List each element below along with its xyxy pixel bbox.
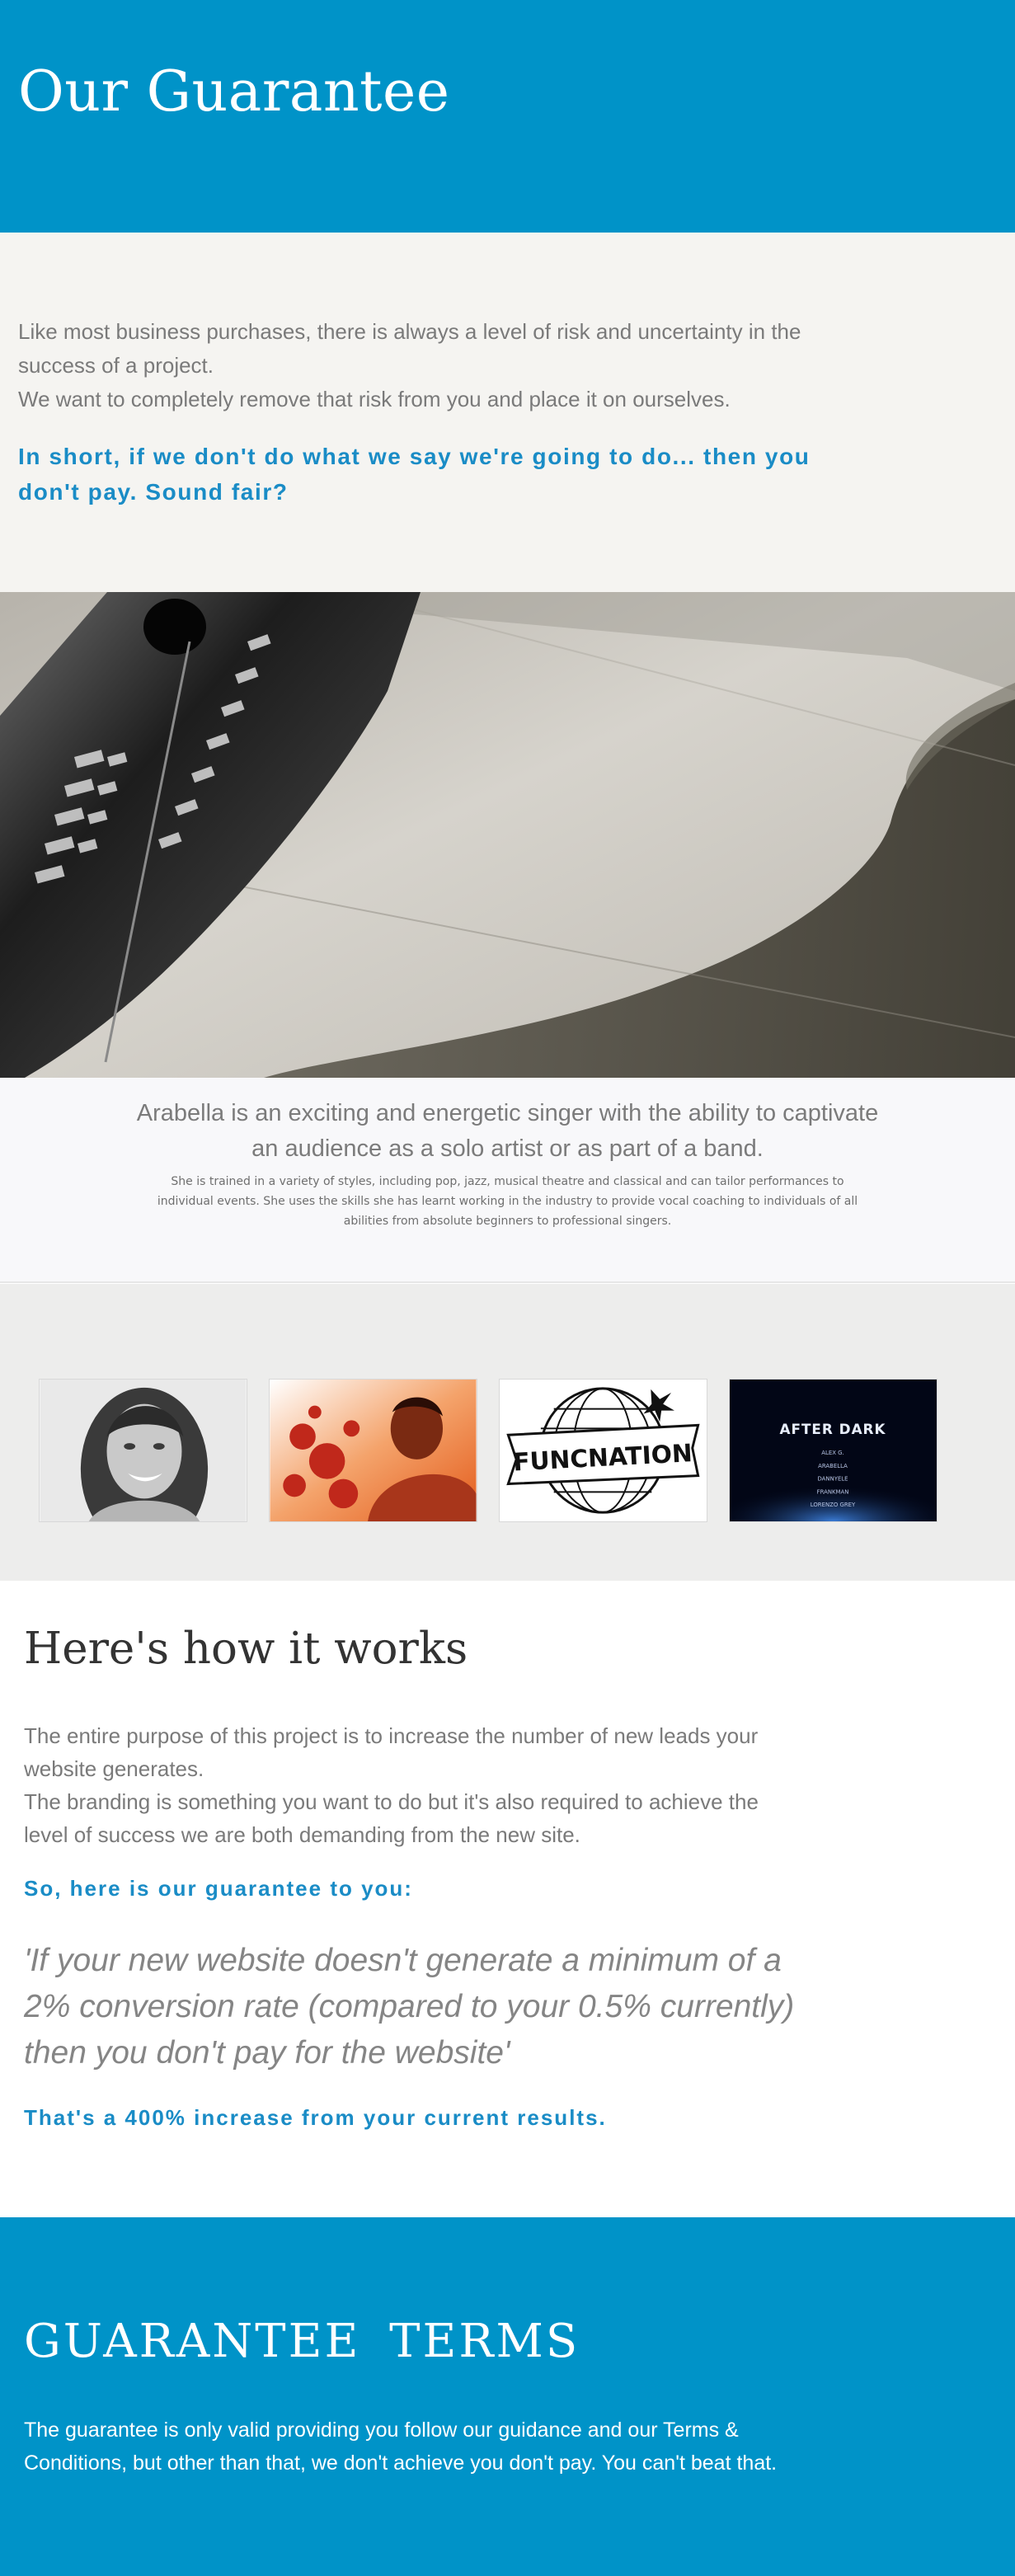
after-dark-name-5: LORENZO GREY: [811, 1502, 856, 1508]
after-dark-name-3: DANNYELE: [817, 1476, 848, 1483]
intro-section: Like most business purchases, there is a…: [0, 233, 1015, 592]
thumbnail-man-fire[interactable]: [269, 1379, 477, 1522]
thumbnail-woman-portrait[interactable]: [39, 1379, 247, 1522]
how-paragraph-branding: The branding is something you want to do…: [24, 1789, 759, 1847]
after-dark-title: AFTER DARK: [780, 1421, 886, 1437]
guarantee-quote: 'If your new website doesn't generate a …: [24, 1943, 795, 2071]
woman-portrait-icon: [40, 1380, 247, 1521]
artist-bio: Arabella is an exciting and energetic si…: [0, 1078, 1015, 1283]
after-dark-name-2: ARABELLA: [818, 1463, 848, 1469]
thumbnail-funcnation-logo[interactable]: FUNCNATION: [499, 1379, 707, 1522]
fountain-pen-nib-icon: [0, 592, 1015, 1078]
guarantee-subheading: So, here is our guarantee to you:: [24, 1876, 413, 1901]
how-paragraph-purpose: The entire purpose of this project is to…: [24, 1723, 759, 1781]
increase-tagline: That's a 400% increase from your current…: [24, 2105, 607, 2130]
man-fire-splash-icon: [270, 1380, 477, 1521]
after-dark-name-4: FRANKMAN: [817, 1488, 849, 1495]
thumbnail-after-dark-poster[interactable]: AFTER DARK ALEX G. ARABELLA DANNYELE FRA…: [729, 1379, 937, 1522]
after-dark-name-1: ALEX G.: [821, 1450, 843, 1456]
terms-body: The guarantee is only valid providing yo…: [24, 2419, 778, 2475]
hero-banner: Our Guarantee: [0, 0, 1015, 233]
terms-heading: GUARANTEE TERMS: [24, 2315, 580, 2368]
artist-detail-text: She is trained in a variety of styles, i…: [157, 1175, 858, 1228]
intro-paragraph-risk: Like most business purchases, there is a…: [18, 319, 801, 378]
how-it-works-section: Here's how it works The entire purpose o…: [0, 1581, 1015, 2217]
how-it-works-heading: Here's how it works: [24, 1624, 468, 1674]
fountain-pen-photo: [0, 592, 1015, 1078]
intro-emphasis: In short, if we don't do what we say we'…: [18, 444, 811, 505]
intro-paragraph-remove-risk: We want to completely remove that risk f…: [18, 387, 731, 411]
artist-lead-text: Arabella is an exciting and energetic si…: [136, 1100, 879, 1162]
page-title: Our Guarantee: [18, 59, 450, 125]
funcnation-globe-icon: FUNCNATION: [500, 1380, 707, 1521]
thumbnail-strip: FUNCNATION AFTER DARK ALEX G. ARABELLA D…: [0, 1284, 1015, 1581]
guarantee-terms-section: GUARANTEE TERMS The guarantee is only va…: [0, 2217, 1015, 2576]
after-dark-poster-icon: AFTER DARK ALEX G. ARABELLA DANNYELE FRA…: [730, 1380, 937, 1521]
